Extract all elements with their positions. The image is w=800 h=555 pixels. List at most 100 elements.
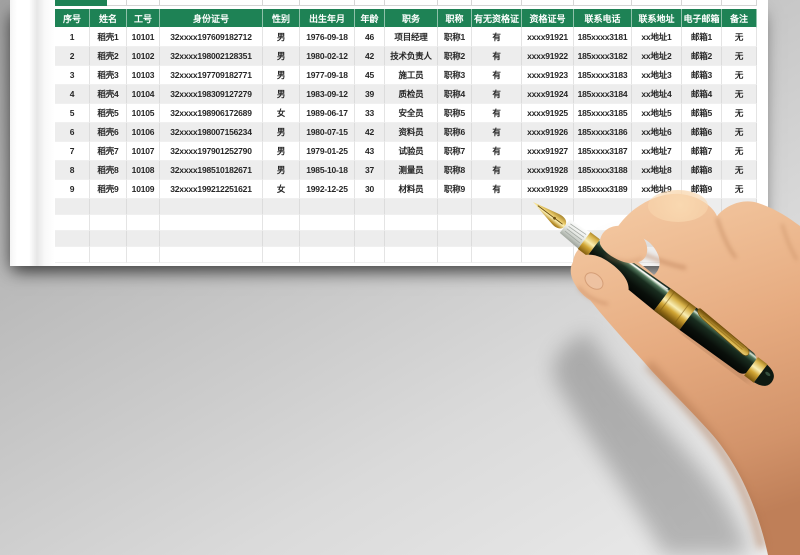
table-cell[interactable]: xxxx91928 xyxy=(522,161,574,180)
table-cell[interactable]: 无 xyxy=(722,47,757,66)
table-cell[interactable]: 185xxxx3188 xyxy=(574,161,632,180)
table-cell[interactable]: 无 xyxy=(722,142,757,161)
empty-table-cell[interactable] xyxy=(722,231,757,247)
empty-table-cell[interactable] xyxy=(300,247,355,263)
column-header[interactable]: 联系地址 xyxy=(632,9,682,28)
empty-table-cell[interactable] xyxy=(722,247,757,263)
table-cell[interactable]: 邮箱8 xyxy=(682,161,722,180)
table-cell[interactable]: 测量员 xyxy=(385,161,438,180)
empty-table-cell[interactable] xyxy=(90,231,127,247)
empty-table-cell[interactable] xyxy=(90,215,127,231)
table-cell[interactable]: 3 xyxy=(55,66,90,85)
empty-table-cell[interactable] xyxy=(574,215,632,231)
empty-table-cell[interactable] xyxy=(55,231,90,247)
empty-table-cell[interactable] xyxy=(632,215,682,231)
empty-table-cell[interactable] xyxy=(472,231,522,247)
table-cell[interactable]: 邮箱2 xyxy=(682,47,722,66)
table-cell[interactable]: 邮箱7 xyxy=(682,142,722,161)
table-cell[interactable]: xxxx91923 xyxy=(522,66,574,85)
empty-table-cell[interactable] xyxy=(574,247,632,263)
sliver-cell[interactable] xyxy=(355,0,385,6)
table-cell[interactable]: 1989-06-17 xyxy=(300,104,355,123)
sliver-cell[interactable] xyxy=(127,0,160,6)
table-cell[interactable]: 185xxxx3185 xyxy=(574,104,632,123)
table-cell[interactable]: 有 xyxy=(472,161,522,180)
table-cell[interactable]: 32xxxx197901252790 xyxy=(160,142,263,161)
column-header[interactable]: 出生年月 xyxy=(300,9,355,28)
sliver-cell[interactable] xyxy=(263,0,300,6)
empty-table-cell[interactable] xyxy=(355,215,385,231)
table-cell[interactable]: 10106 xyxy=(127,123,160,142)
empty-table-cell[interactable] xyxy=(682,199,722,215)
table-cell[interactable]: 7 xyxy=(55,142,90,161)
table-cell[interactable]: 32xxxx198309127279 xyxy=(160,85,263,104)
empty-table-cell[interactable] xyxy=(722,199,757,215)
table-cell[interactable]: 女 xyxy=(263,104,300,123)
sliver-cell[interactable] xyxy=(574,0,632,6)
table-cell[interactable]: 有 xyxy=(472,104,522,123)
column-header[interactable]: 序号 xyxy=(55,9,90,28)
table-cell[interactable]: xx地址9 xyxy=(632,180,682,199)
table-cell[interactable]: 邮箱1 xyxy=(682,28,722,47)
table-cell[interactable]: 33 xyxy=(355,104,385,123)
table-cell[interactable]: 稻壳1 xyxy=(90,28,127,47)
empty-table-cell[interactable] xyxy=(574,199,632,215)
table-cell[interactable]: 质检员 xyxy=(385,85,438,104)
empty-table-cell[interactable] xyxy=(722,215,757,231)
empty-table-cell[interactable] xyxy=(522,215,574,231)
table-cell[interactable]: 1980-02-12 xyxy=(300,47,355,66)
empty-table-cell[interactable] xyxy=(55,199,90,215)
sliver-cell[interactable] xyxy=(300,0,355,6)
table-cell[interactable]: 有 xyxy=(472,85,522,104)
table-cell[interactable]: xxxx91926 xyxy=(522,123,574,142)
sliver-selected-cell[interactable] xyxy=(55,0,107,6)
table-cell[interactable]: xx地址2 xyxy=(632,47,682,66)
empty-table-cell[interactable] xyxy=(263,215,300,231)
table-cell[interactable]: 职称7 xyxy=(438,142,472,161)
column-header[interactable]: 资格证号 xyxy=(522,9,574,28)
table-cell[interactable]: 稻壳4 xyxy=(90,85,127,104)
table-cell[interactable]: 男 xyxy=(263,85,300,104)
table-cell[interactable]: 稻壳6 xyxy=(90,123,127,142)
table-cell[interactable]: 稻壳3 xyxy=(90,66,127,85)
table-cell[interactable]: xx地址5 xyxy=(632,104,682,123)
table-cell[interactable]: xx地址3 xyxy=(632,66,682,85)
table-cell[interactable]: 无 xyxy=(722,180,757,199)
empty-table-cell[interactable] xyxy=(438,215,472,231)
empty-table-cell[interactable] xyxy=(438,199,472,215)
column-header[interactable]: 性别 xyxy=(263,9,300,28)
table-cell[interactable]: xxxx91924 xyxy=(522,85,574,104)
table-cell[interactable]: 无 xyxy=(722,85,757,104)
table-cell[interactable]: 无 xyxy=(722,161,757,180)
empty-table-cell[interactable] xyxy=(160,215,263,231)
table-cell[interactable]: xx地址8 xyxy=(632,161,682,180)
table-cell[interactable]: 技术负责人 xyxy=(385,47,438,66)
sliver-cell[interactable] xyxy=(632,0,682,6)
empty-table-cell[interactable] xyxy=(160,231,263,247)
column-header[interactable]: 电子邮箱 xyxy=(682,9,722,28)
table-cell[interactable]: 邮箱6 xyxy=(682,123,722,142)
table-cell[interactable]: 稻壳5 xyxy=(90,104,127,123)
table-cell[interactable]: 有 xyxy=(472,47,522,66)
table-cell[interactable]: 10105 xyxy=(127,104,160,123)
table-cell[interactable]: 185xxxx3186 xyxy=(574,123,632,142)
table-cell[interactable]: 32xxxx198002128351 xyxy=(160,47,263,66)
table-cell[interactable]: 有 xyxy=(472,28,522,47)
empty-table-cell[interactable] xyxy=(632,247,682,263)
table-cell[interactable]: 男 xyxy=(263,161,300,180)
empty-table-cell[interactable] xyxy=(300,231,355,247)
table-cell[interactable]: 1980-07-15 xyxy=(300,123,355,142)
empty-table-cell[interactable] xyxy=(263,199,300,215)
empty-table-cell[interactable] xyxy=(385,247,438,263)
table-cell[interactable]: 1 xyxy=(55,28,90,47)
table-cell[interactable]: 1977-09-18 xyxy=(300,66,355,85)
table-cell[interactable]: 32xxxx198906172689 xyxy=(160,104,263,123)
table-cell[interactable]: 职称8 xyxy=(438,161,472,180)
column-header[interactable]: 备注 xyxy=(722,9,757,28)
table-cell[interactable]: 职称2 xyxy=(438,47,472,66)
sliver-cell[interactable] xyxy=(160,0,263,6)
empty-table-cell[interactable] xyxy=(682,247,722,263)
table-cell[interactable]: 施工员 xyxy=(385,66,438,85)
table-cell[interactable]: 185xxxx3189 xyxy=(574,180,632,199)
empty-table-cell[interactable] xyxy=(127,199,160,215)
